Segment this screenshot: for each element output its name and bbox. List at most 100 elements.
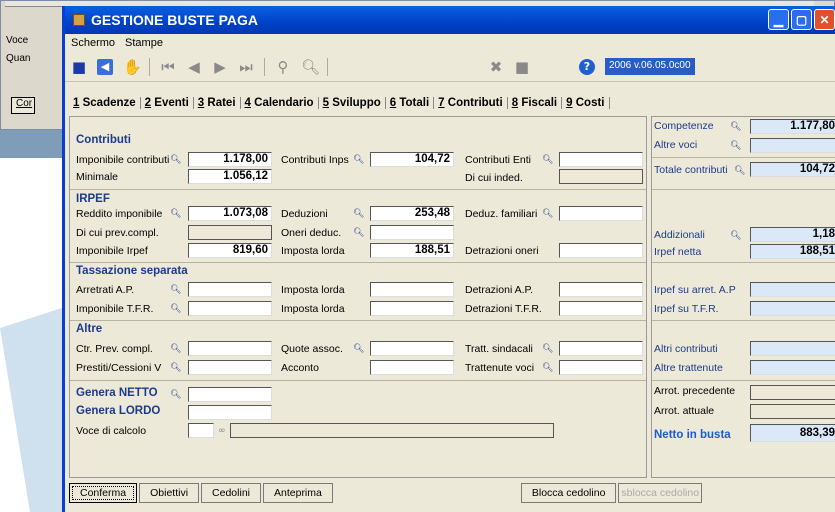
netto-in-busta-field[interactable]: 883,39: [750, 424, 835, 442]
lookup-icon[interactable]: 🔍︎: [734, 166, 745, 176]
detrazioni-oneri-label: Detrazioni oneri: [465, 245, 539, 257]
altri-contributi-field[interactable]: [750, 341, 835, 356]
maximize-button[interactable]: ▢: [791, 9, 812, 30]
blocca-cedolino-button[interactable]: Blocca cedolino: [520, 483, 617, 503]
tab-totali[interactable]: 6 Totali: [385, 97, 435, 109]
lookup-icon[interactable]: 🔍︎: [170, 363, 181, 373]
lookup-icon[interactable]: 🔍︎: [542, 363, 553, 373]
imponibile-contributi-field[interactable]: 1.178,00: [188, 152, 272, 167]
tab-fiscali[interactable]: 8 Fiscali: [508, 97, 563, 109]
tab-sviluppo[interactable]: 5 Sviluppo: [319, 97, 386, 109]
reddito-imponibile-field[interactable]: 1.073,08: [188, 206, 272, 221]
irpef-arret-field[interactable]: [750, 282, 835, 297]
arretrati-ap-field[interactable]: [188, 282, 272, 297]
minimize-button[interactable]: ▁: [768, 9, 789, 30]
lookup-icon[interactable]: 🔍︎: [170, 390, 181, 400]
lookup-icon[interactable]: 🔍︎: [170, 209, 181, 219]
addizionali-field[interactable]: 1,18: [750, 227, 835, 242]
tab-calendario[interactable]: 4 Calendario: [241, 97, 319, 109]
lookup-icon[interactable]: 🔍︎: [542, 344, 553, 354]
background-button[interactable]: Cor: [11, 97, 35, 114]
detrazioni-tfr-field[interactable]: [559, 301, 643, 316]
section-divider: [70, 262, 646, 263]
imponibile-tfr-field[interactable]: [188, 301, 272, 316]
detrazioni-ap-field[interactable]: [559, 282, 643, 297]
trattenute-voci-field[interactable]: [559, 360, 643, 375]
lookup-icon[interactable]: 🔍︎: [730, 141, 741, 151]
lookup-icon[interactable]: 🔍︎: [170, 155, 181, 165]
lookup-icon[interactable]: 🔍︎: [353, 228, 364, 238]
section-tassazione-separata: Tassazione separata: [76, 265, 188, 277]
deduzioni-label: Deduzioni: [281, 208, 328, 220]
delete-record-icon[interactable]: ✖: [488, 58, 504, 76]
imponibile-irpef-field[interactable]: 819,60: [188, 243, 272, 258]
hand-icon[interactable]: ✋: [123, 58, 142, 76]
irpef-netta-field[interactable]: 188,51: [750, 244, 835, 259]
contributi-inps-field[interactable]: 104,72: [370, 152, 454, 167]
app-icon: [73, 14, 85, 26]
binoculars-icon[interactable]: ∞: [218, 426, 228, 436]
altre-trattenute-field[interactable]: [750, 360, 835, 375]
stop-icon[interactable]: ■: [514, 58, 530, 76]
voce-di-calcolo-code-field[interactable]: [188, 423, 214, 438]
cedolini-button[interactable]: Cedolini: [201, 483, 261, 503]
obiettivi-button[interactable]: Obiettivi: [139, 483, 200, 503]
tab-eventi[interactable]: 2 Eventi: [141, 97, 194, 109]
lookup-icon[interactable]: 🔍︎: [170, 285, 181, 295]
tab-contributi[interactable]: 7 Contributi: [434, 97, 508, 109]
next-record-icon[interactable]: ▶: [212, 58, 228, 76]
lookup-icon[interactable]: 🔍︎: [353, 344, 364, 354]
lookup-icon[interactable]: 🔍︎: [730, 122, 741, 132]
quote-assoc-field[interactable]: [370, 341, 454, 356]
imposta-lorda-ap-field[interactable]: [370, 282, 454, 297]
ctr-prev-compl-label: Ctr. Prev. compl.: [76, 343, 153, 355]
minimale-field[interactable]: 1.056,12: [188, 169, 272, 184]
back-icon[interactable]: ◀: [97, 58, 113, 75]
acconto-field[interactable]: [370, 360, 454, 375]
bottom-button-bar: Conferma Obiettivi Cedolini Anteprima Bl…: [69, 482, 835, 504]
oneri-deduc-field[interactable]: [370, 225, 454, 240]
lookup-icon[interactable]: 🔍︎: [170, 344, 181, 354]
anteprima-button[interactable]: Anteprima: [263, 483, 333, 503]
deduz-familiari-label: Deduz. familiari: [465, 208, 538, 220]
menu-stampe[interactable]: Stampe: [125, 37, 163, 49]
save-icon[interactable]: ■: [71, 58, 87, 76]
last-record-icon[interactable]: ⏭: [238, 58, 254, 76]
lookup-icon[interactable]: 🔍︎: [170, 304, 181, 314]
conferma-button[interactable]: Conferma: [69, 483, 138, 503]
tratt-sindacali-field[interactable]: [559, 341, 643, 356]
irpef-tfr-field[interactable]: [750, 301, 835, 316]
search-icon[interactable]: 🔍︎: [301, 58, 320, 76]
tab-costi[interactable]: 9 Costi: [562, 97, 610, 109]
deduz-familiari-field[interactable]: [559, 206, 643, 221]
competenze-label: Competenze: [654, 120, 714, 132]
binoculars-icon[interactable]: ⚲: [275, 58, 291, 76]
altre-voci-field[interactable]: [750, 138, 835, 153]
prestiti-cessioni-field[interactable]: [188, 360, 272, 375]
tab-scadenze[interactable]: 1 Scadenze: [69, 97, 141, 109]
lookup-icon[interactable]: 🔍︎: [542, 209, 553, 219]
lookup-icon[interactable]: 🔍︎: [542, 155, 553, 165]
totale-contributi-field[interactable]: 104,72: [750, 162, 835, 177]
imposta-lorda-tfr-field[interactable]: [370, 301, 454, 316]
lookup-icon[interactable]: 🔍︎: [353, 209, 364, 219]
genera-lordo-field[interactable]: [188, 405, 272, 420]
title-bar[interactable]: GESTIONE BUSTE PAGA ▁ ▢ ✕: [65, 6, 835, 34]
help-icon[interactable]: ?: [579, 59, 595, 75]
ctr-prev-compl-field[interactable]: [188, 341, 272, 356]
first-record-icon[interactable]: ⏮: [160, 58, 176, 76]
version-label: 2006 v.06.05.0c00: [605, 58, 695, 75]
previous-record-icon[interactable]: ◀: [186, 58, 202, 76]
imposta-lorda-field[interactable]: 188,51: [370, 243, 454, 258]
close-button[interactable]: ✕: [814, 9, 835, 30]
contributi-enti-field[interactable]: [559, 152, 643, 167]
menu-schermo[interactable]: Schermo: [71, 37, 115, 49]
lookup-icon[interactable]: 🔍︎: [353, 155, 364, 165]
competenze-field[interactable]: 1.177,80: [750, 119, 835, 134]
genera-netto-field[interactable]: [188, 387, 272, 402]
arretrati-ap-label: Arretrati A.P.: [76, 284, 135, 296]
tab-ratei[interactable]: 3 Ratei: [194, 97, 241, 109]
deduzioni-field[interactable]: 253,48: [370, 206, 454, 221]
detrazioni-oneri-field[interactable]: [559, 243, 643, 258]
lookup-icon[interactable]: 🔍︎: [730, 231, 741, 241]
